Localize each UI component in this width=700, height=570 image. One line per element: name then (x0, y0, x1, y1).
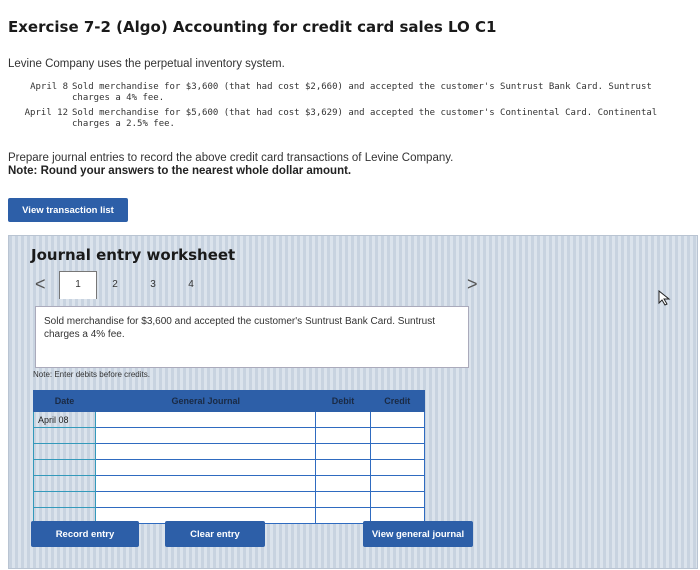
table-row (32, 443, 426, 460)
account-input[interactable] (95, 459, 317, 476)
credit-input[interactable] (369, 411, 426, 428)
debit-input[interactable] (315, 427, 371, 444)
debit-input[interactable] (315, 491, 371, 508)
column-header-general-journal: General Journal (95, 390, 317, 412)
instructions: Prepare journal entries to record the ab… (8, 152, 454, 164)
date-cell (32, 443, 97, 460)
date-cell (32, 475, 97, 492)
debit-input[interactable] (315, 411, 371, 428)
journal-worksheet: Journal entry worksheet < 1 2 3 4 > Sold… (8, 235, 698, 569)
table-row (32, 491, 426, 508)
debit-input[interactable] (315, 507, 371, 524)
transaction-description: Sold merchandise for $3,600 and accepted… (44, 316, 436, 340)
account-input[interactable] (95, 475, 317, 492)
record-entry-button[interactable]: Record entry (31, 521, 139, 547)
worksheet-title: Journal entry worksheet (31, 246, 236, 264)
journal-table: Date General Journal Debit Credit April … (32, 390, 426, 524)
debit-input[interactable] (315, 459, 371, 476)
tab-3[interactable]: 3 (135, 272, 171, 298)
tab-1[interactable]: 1 (59, 271, 97, 299)
credit-input[interactable] (369, 443, 426, 460)
transaction-item: April 8 Sold merchandise for $3,600 (tha… (8, 82, 692, 104)
debit-credit-note: Note: Enter debits before credits. (33, 370, 150, 379)
column-header-date: Date (32, 390, 97, 412)
account-input[interactable] (95, 427, 317, 444)
date-cell: April 08 (32, 411, 97, 428)
tab-2[interactable]: 2 (97, 272, 133, 298)
column-header-credit: Credit (369, 390, 426, 412)
table-row: April 08 (32, 411, 426, 428)
tab-4[interactable]: 4 (173, 272, 209, 298)
credit-input[interactable] (369, 491, 426, 508)
account-input[interactable] (95, 491, 317, 508)
credit-input[interactable] (369, 427, 426, 444)
intro-text: Levine Company uses the perpetual invent… (8, 58, 285, 70)
credit-input[interactable] (369, 459, 426, 476)
page-title: Exercise 7-2 (Algo) Accounting for credi… (8, 18, 497, 36)
debit-input[interactable] (315, 443, 371, 460)
account-input[interactable] (95, 443, 317, 460)
account-input[interactable] (95, 411, 317, 428)
transaction-item: April 12 Sold merchandise for $5,600 (th… (8, 108, 692, 130)
column-header-debit: Debit (315, 390, 371, 412)
view-general-journal-button[interactable]: View general journal (363, 521, 473, 547)
transaction-text: Sold merchandise for $3,600 (that had co… (72, 82, 652, 103)
view-transaction-list-button[interactable]: View transaction list (8, 198, 128, 222)
date-cell (32, 491, 97, 508)
table-row (32, 427, 426, 444)
prev-arrow-icon[interactable]: < (35, 274, 46, 295)
rounding-note: Note: Round your answers to the nearest … (8, 165, 352, 177)
clear-entry-button[interactable]: Clear entry (165, 521, 265, 547)
date-cell (32, 427, 97, 444)
transaction-date: April 8 (30, 82, 68, 92)
transaction-description-box: Sold merchandise for $3,600 and accepted… (35, 306, 469, 368)
next-arrow-icon[interactable]: > (467, 274, 478, 295)
credit-input[interactable] (369, 475, 426, 492)
transaction-date: April 12 (24, 108, 68, 118)
date-cell (32, 459, 97, 476)
mouse-cursor-icon (658, 289, 672, 309)
debit-input[interactable] (315, 475, 371, 492)
table-row (32, 475, 426, 492)
table-row (32, 459, 426, 476)
transaction-text: Sold merchandise for $5,600 (that had co… (72, 108, 658, 129)
